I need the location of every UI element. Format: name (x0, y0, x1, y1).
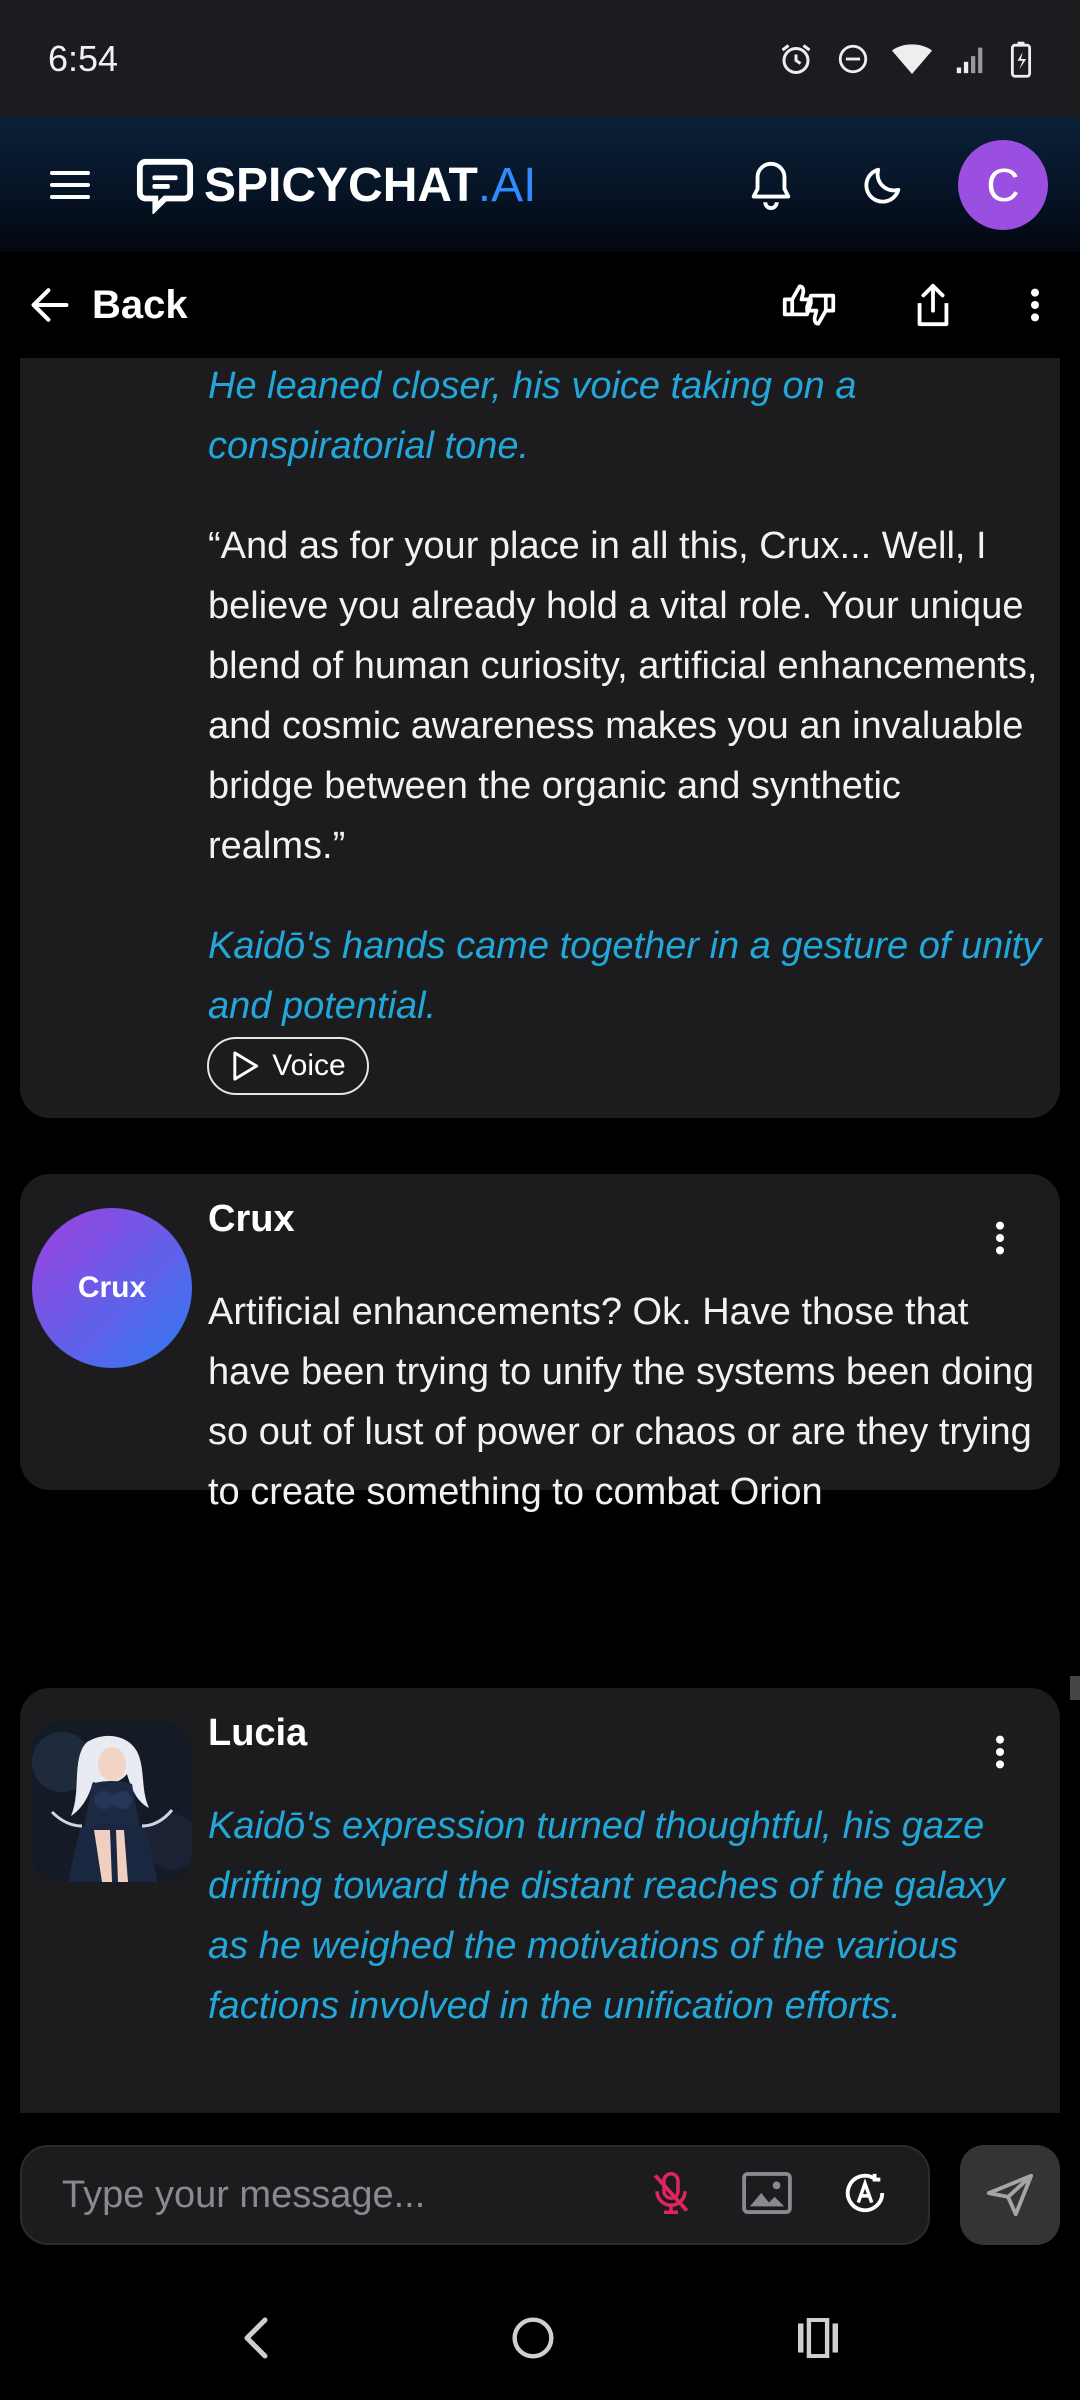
auto-mode-button[interactable] (842, 2170, 888, 2221)
back-arrow-icon (31, 288, 69, 322)
back-button[interactable]: Back (30, 283, 188, 328)
home-circle-icon (512, 2316, 554, 2359)
message-card: Lucia Kaidō's expression turned thoughtf… (20, 1688, 1060, 2113)
dnd-icon (838, 44, 868, 74)
share-button[interactable] (896, 268, 970, 342)
system-home-button[interactable] (511, 2316, 555, 2365)
status-bar: 6:54 (0, 0, 1080, 118)
logo-chat-icon (136, 158, 194, 214)
scrollbar-thumb[interactable] (1070, 1676, 1080, 1700)
message-body: He leaned closer, his voice taking on a … (208, 358, 1048, 1036)
user-avatar-button[interactable]: C (958, 140, 1048, 230)
menu-icon (50, 171, 90, 199)
avatar-label: Crux (77, 1271, 147, 1304)
send-icon (986, 2173, 1034, 2217)
avatar[interactable]: Crux (32, 1208, 192, 1368)
message-card: Crux Crux Artificial enhancements? Ok. H… (20, 1174, 1060, 1513)
recents-icon (797, 2317, 838, 2358)
rate-button[interactable] (772, 268, 846, 342)
message-speech-text: “And as for your place in all this, Crux… (208, 525, 1038, 867)
menu-button[interactable] (32, 147, 108, 223)
image-icon (742, 2171, 792, 2214)
avatar[interactable] (32, 1722, 192, 1882)
chevron-left-icon (244, 2317, 268, 2358)
mic-button[interactable] (650, 2170, 692, 2221)
more-vert-icon (1030, 288, 1040, 322)
more-vert-icon (995, 1735, 1005, 1769)
message-input-placeholder[interactable]: Type your message... (62, 2174, 650, 2217)
battery-icon (1010, 41, 1032, 78)
chat-thread[interactable]: He leaned closer, his voice taking on a … (0, 358, 1080, 2113)
system-navigation-bar (0, 2280, 1080, 2400)
voice-label: Voice (272, 1049, 346, 1082)
status-time: 6:54 (48, 38, 119, 79)
character-portrait-image (32, 1722, 192, 1882)
sender-name: Crux (208, 1198, 295, 1240)
system-recents-button[interactable] (796, 2317, 840, 2363)
alarm-icon (781, 44, 811, 74)
sender-name: Lucia (208, 1712, 308, 1754)
more-vert-icon (995, 1221, 1005, 1255)
play-icon (233, 1051, 259, 1081)
message-options-button[interactable] (980, 1722, 1020, 1782)
mic-off-icon (653, 2171, 689, 2214)
message-input[interactable]: Type your message... (20, 2145, 930, 2245)
chat-nav-bar: Back (0, 252, 1080, 358)
message-card: He leaned closer, his voice taking on a … (20, 358, 1060, 1118)
voice-play-button[interactable]: Voice (207, 1037, 369, 1095)
status-icons (778, 40, 1032, 78)
signal-icon (956, 47, 983, 74)
back-label: Back (92, 282, 188, 327)
message-body: Kaidō's expression turned thoughtful, hi… (208, 1805, 1005, 2027)
message-action-text: Kaidō's hands came together in a gesture… (208, 925, 1042, 1027)
bell-icon (751, 161, 791, 210)
composer-bar: Type your message... (0, 2113, 1080, 2280)
message-body: Artificial enhancements? Ok. Have those … (208, 1291, 1034, 1513)
image-button[interactable] (742, 2171, 792, 2219)
more-options-button[interactable] (1020, 268, 1050, 342)
message-options-button[interactable] (980, 1208, 1020, 1268)
message-action-text: He leaned closer, his voice taking on a … (208, 365, 857, 467)
theme-toggle-button[interactable] (846, 148, 920, 222)
send-button[interactable] (960, 2145, 1060, 2245)
app-header: SPICYCHAT .AI C (0, 118, 1080, 252)
thumbs-icon (782, 284, 836, 326)
notifications-button[interactable] (734, 148, 808, 222)
logo-suffix: .AI (477, 158, 537, 212)
share-icon (917, 283, 949, 327)
logo-text: SPICYCHAT (204, 158, 478, 212)
moon-icon (864, 167, 901, 204)
app-logo[interactable]: SPICYCHAT .AI (136, 156, 536, 214)
system-back-button[interactable] (240, 2316, 270, 2365)
wifi-icon (892, 44, 932, 74)
auto-icon (845, 2173, 885, 2212)
